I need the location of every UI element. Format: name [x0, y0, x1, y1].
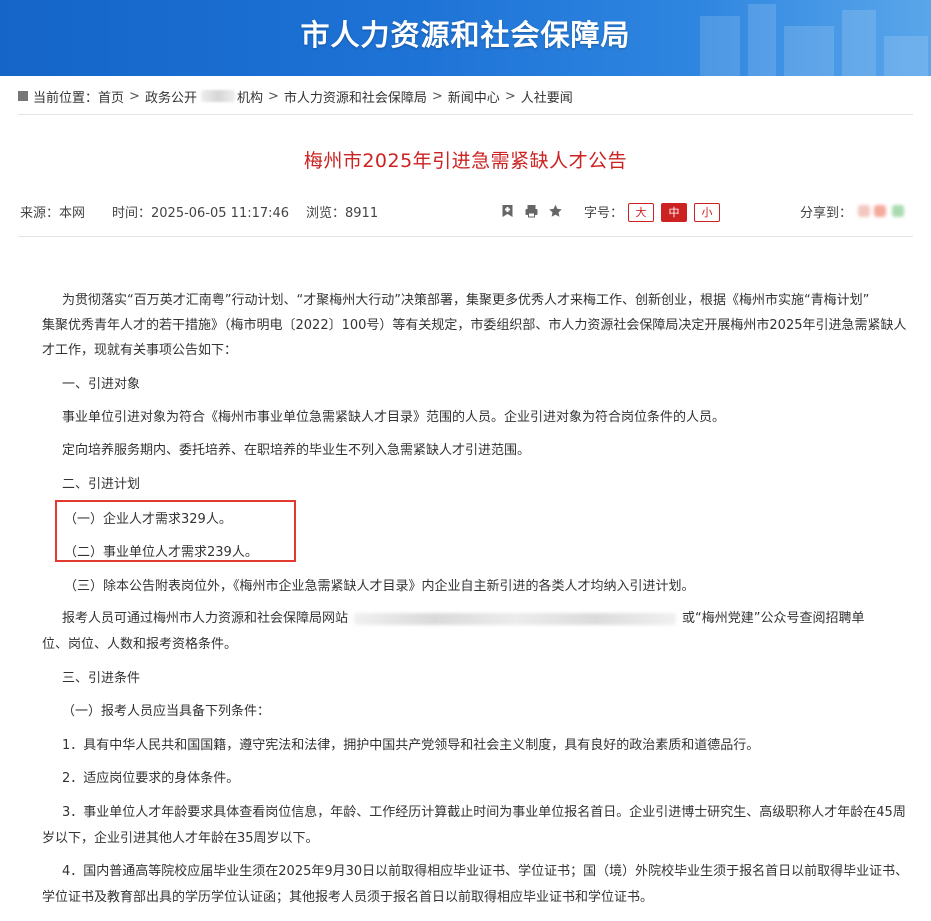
condition-item-line: 学位证书及教育部出具的学历学位认证函；其他报考人员须于报名首日以前取得相应毕业证…	[42, 890, 654, 905]
article-title: 梅州市2025年引进急需紧缺人才公告	[303, 150, 628, 172]
paragraph-line: 报考人员可通过梅州市人力资源和社会保障局网站 或“梅州党建”公众号查阅招聘单	[62, 607, 865, 626]
share-wechat-icon[interactable]	[892, 205, 904, 217]
intro-paragraph-line: 才工作，现就有关事项公告如下：	[42, 343, 238, 358]
breadcrumb-organization[interactable]: 机构	[237, 87, 263, 106]
breadcrumb-gov-affairs[interactable]: 政务公开	[145, 87, 197, 106]
condition-item: 2．适应岗位要求的身体条件。	[62, 771, 240, 786]
breadcrumb-separator: >	[267, 88, 279, 104]
condition-intro: （一）报考人员应当具备下列条件：	[62, 704, 271, 719]
bookmark-icon[interactable]	[500, 204, 515, 218]
breadcrumb-separator: >	[129, 88, 140, 104]
condition-item-line: 岁以下，企业引进其他人才年龄在35周岁以下。	[42, 831, 319, 846]
header-banner: 市人力资源和社会保障局	[0, 0, 931, 76]
font-size-label: 字号：	[584, 206, 624, 221]
location-icon	[18, 91, 28, 101]
share-weibo-icon[interactable]	[858, 205, 870, 217]
site-title: 市人力资源和社会保障局	[300, 18, 631, 52]
article-meta: 来源：本网 时间：2025-06-05 11:17:46 浏览：8911 字号：…	[18, 202, 913, 222]
paragraph: 定向培养服务期内、委托培养、在职培养的毕业生不列入急需紧缺人才引进范围。	[62, 443, 531, 458]
share-label: 分享到：	[800, 206, 853, 221]
section-heading: 一、引进对象	[62, 377, 141, 392]
redacted-url	[354, 612, 677, 625]
breadcrumb-home[interactable]: 首页	[98, 87, 124, 106]
breadcrumb-separator: >	[431, 88, 443, 104]
paragraph-text: 或“梅州党建”公众号查阅招聘单	[682, 611, 865, 626]
redacted-text	[200, 90, 235, 102]
print-icon[interactable]	[524, 204, 539, 218]
paragraph-line: 位、岗位、人数和报考资格条件。	[42, 637, 238, 652]
intro-paragraph-line: 为贯彻落实“百万英才汇南粤”行动计划、“才聚梅州大行动”决策部署，集聚更多优秀人…	[62, 293, 870, 308]
breadcrumb-prefix: 当前位置：	[33, 90, 99, 106]
condition-item: 1．具有中华人民共和国国籍，遵守宪法和法律，拥护中国共产党领导和社会主义制度，具…	[62, 738, 760, 753]
divider	[18, 114, 913, 115]
star-icon[interactable]	[548, 204, 563, 218]
paragraph-text: 报考人员可通过梅州市人力资源和社会保障局网站	[62, 611, 349, 626]
font-size-large-button[interactable]: 大	[628, 203, 654, 222]
article-views: 浏览：8911	[306, 206, 379, 221]
condition-item-line: 4．国内普通高等院校应届毕业生须在2025年9月30日以前取得相应毕业证书、学位…	[62, 864, 909, 879]
article-time: 时间：2025-06-05 11:17:46	[112, 206, 290, 221]
section-heading: 三、引进条件	[62, 671, 141, 686]
breadcrumb-bureau[interactable]: 市人力资源和社会保障局	[284, 87, 427, 106]
condition-item-line: 3．事业单位人才年龄要求具体查看岗位信息，年龄、工作经历计算截止时间为事业单位报…	[62, 805, 906, 820]
divider	[18, 236, 913, 237]
section-heading: 二、引进计划	[62, 477, 141, 492]
plan-item-enterprise: （一）企业人才需求329人。	[64, 512, 232, 527]
breadcrumb-hr-news[interactable]: 人社要闻	[521, 87, 573, 106]
breadcrumb: 当前位置： 首页 > 政务公开 机构 > 市人力资源和社会保障局 > 新闻中心 …	[18, 86, 573, 106]
font-size-small-button[interactable]: 小	[694, 203, 720, 222]
share-qzone-icon[interactable]	[874, 205, 886, 217]
plan-item-other: （三）除本公告附表岗位外，《梅州市企业急需紧缺人才目录》内企业自主新引进的各类人…	[64, 579, 695, 594]
plan-item-institution: （二）事业单位人才需求239人。	[64, 545, 258, 560]
breadcrumb-separator: >	[504, 88, 516, 104]
font-size-medium-button[interactable]: 中	[661, 203, 687, 222]
intro-paragraph-line: 集聚优秀青年人才的若干措施》（梅市明电〔2022〕100号）等有关规定，市委组织…	[42, 318, 907, 333]
paragraph: 事业单位引进对象为符合《梅州市事业单位急需紧缺人才目录》范围的人员。企业引进对象…	[62, 410, 726, 425]
article-source: 来源：本网	[20, 206, 86, 221]
breadcrumb-news-center[interactable]: 新闻中心	[448, 87, 500, 106]
